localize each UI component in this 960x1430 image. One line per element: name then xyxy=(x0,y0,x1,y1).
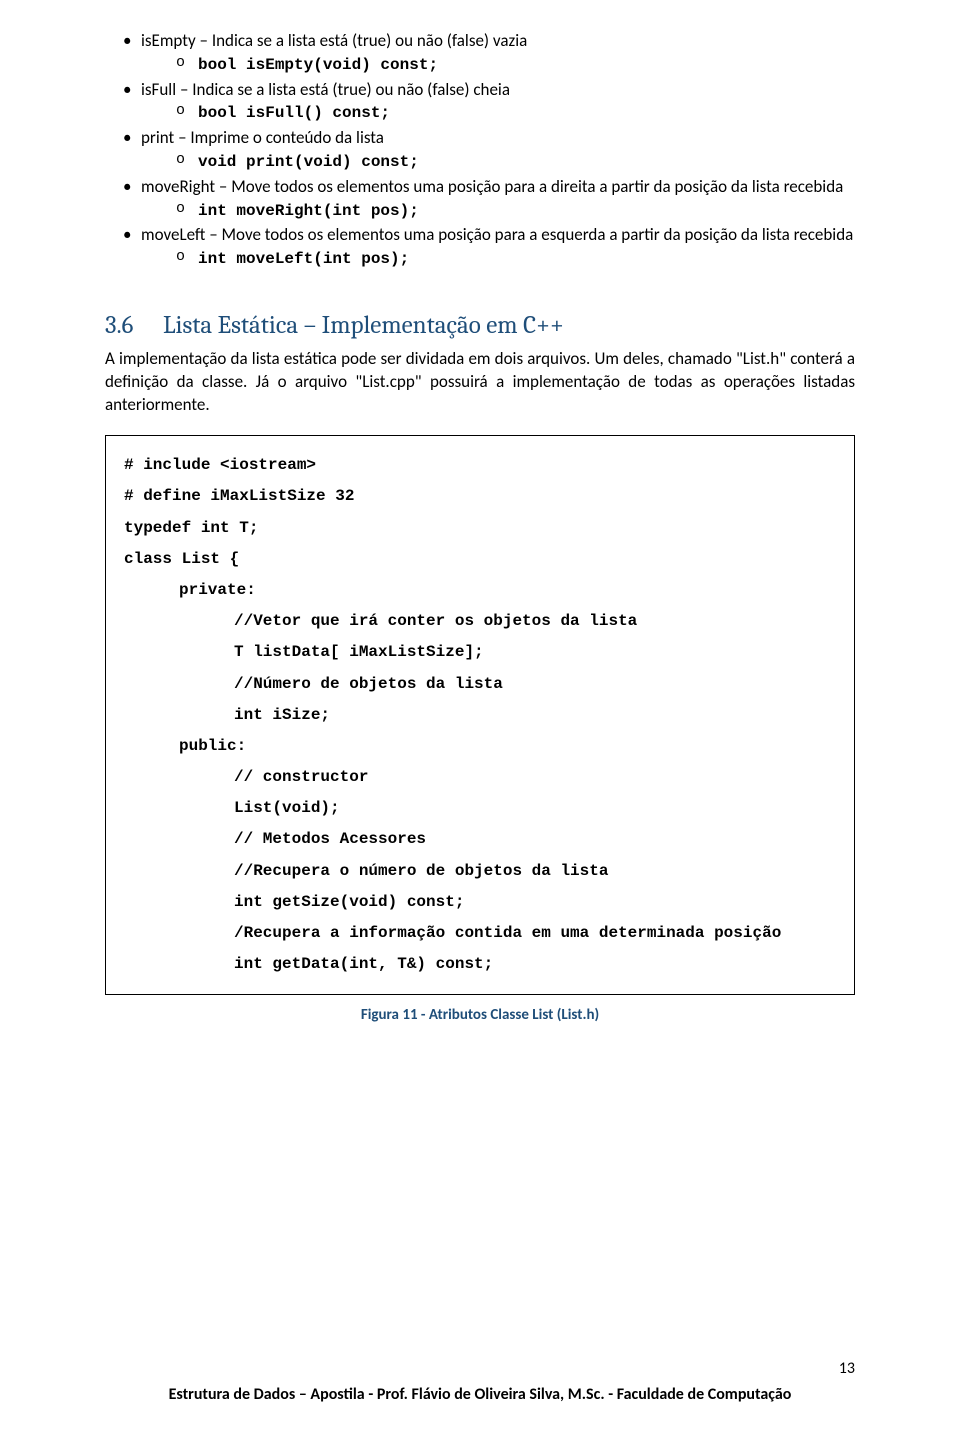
code-line: T listData[ iMaxListSize]; xyxy=(124,637,836,668)
section-paragraph: A implementação da lista estática pode s… xyxy=(105,348,855,417)
code-line: # define iMaxListSize 32 xyxy=(124,481,836,512)
list-item: isEmpty – Indica se a lista está (true) … xyxy=(123,30,855,77)
item-text: print – Imprime o conteúdo da lista xyxy=(141,127,384,148)
sub-item: int moveLeft(int pos); xyxy=(176,247,855,271)
item-text: isFull – Indica se a lista está (true) o… xyxy=(141,79,510,100)
code-signature: bool isFull() const; xyxy=(198,104,390,122)
code-line: // Metodos Acessores xyxy=(124,824,836,855)
item-text: isEmpty – Indica se a lista está (true) … xyxy=(141,30,527,51)
code-line: //Número de objetos da lista xyxy=(124,669,836,700)
code-line: int getData(int, T&) const; xyxy=(124,949,836,980)
code-line: /Recupera a informação contida em uma de… xyxy=(124,918,836,949)
sub-item: bool isFull() const; xyxy=(176,101,855,125)
sub-item: int moveRight(int pos); xyxy=(176,199,855,223)
page-footer: Estrutura de Dados – Apostila - Prof. Fl… xyxy=(105,1384,855,1406)
code-line: List(void); xyxy=(124,793,836,824)
section-number: 3.6 xyxy=(105,309,163,343)
code-line: class List { xyxy=(124,544,836,575)
page-number: 13 xyxy=(839,1358,855,1380)
code-line: private: xyxy=(124,575,836,606)
code-line: # include <iostream> xyxy=(124,450,836,481)
code-line: public: xyxy=(124,731,836,762)
section-heading: 3.6Lista Estática – Implementação em C++ xyxy=(105,309,855,343)
method-list: isEmpty – Indica se a lista está (true) … xyxy=(105,30,855,271)
code-line: //Recupera o número de objetos da lista xyxy=(124,856,836,887)
document-page: isEmpty – Indica se a lista está (true) … xyxy=(0,0,960,1430)
item-text: moveRight – Move todos os elementos uma … xyxy=(141,176,843,197)
code-line: int getSize(void) const; xyxy=(124,887,836,918)
code-signature: bool isEmpty(void) const; xyxy=(198,56,438,74)
code-line: // constructor xyxy=(124,762,836,793)
sub-item: void print(void) const; xyxy=(176,150,855,174)
sub-item: bool isEmpty(void) const; xyxy=(176,53,855,77)
code-signature: int moveLeft(int pos); xyxy=(198,250,409,268)
code-line: int iSize; xyxy=(124,700,836,731)
code-signature: void print(void) const; xyxy=(198,153,419,171)
code-line: typedef int T; xyxy=(124,513,836,544)
code-line: //Vetor que irá conter os objetos da lis… xyxy=(124,606,836,637)
list-item: moveRight – Move todos os elementos uma … xyxy=(123,176,855,223)
list-item: moveLeft – Move todos os elementos uma p… xyxy=(123,224,855,271)
code-block: # include <iostream> # define iMaxListSi… xyxy=(105,435,855,995)
list-item: print – Imprime o conteúdo da lista void… xyxy=(123,127,855,174)
code-signature: int moveRight(int pos); xyxy=(198,202,419,220)
list-item: isFull – Indica se a lista está (true) o… xyxy=(123,79,855,126)
item-text: moveLeft – Move todos os elementos uma p… xyxy=(141,224,853,245)
figure-caption: Figura 11 - Atributos Classe List (List.… xyxy=(105,1005,855,1025)
section-title: Lista Estática – Implementação em C++ xyxy=(163,311,564,340)
